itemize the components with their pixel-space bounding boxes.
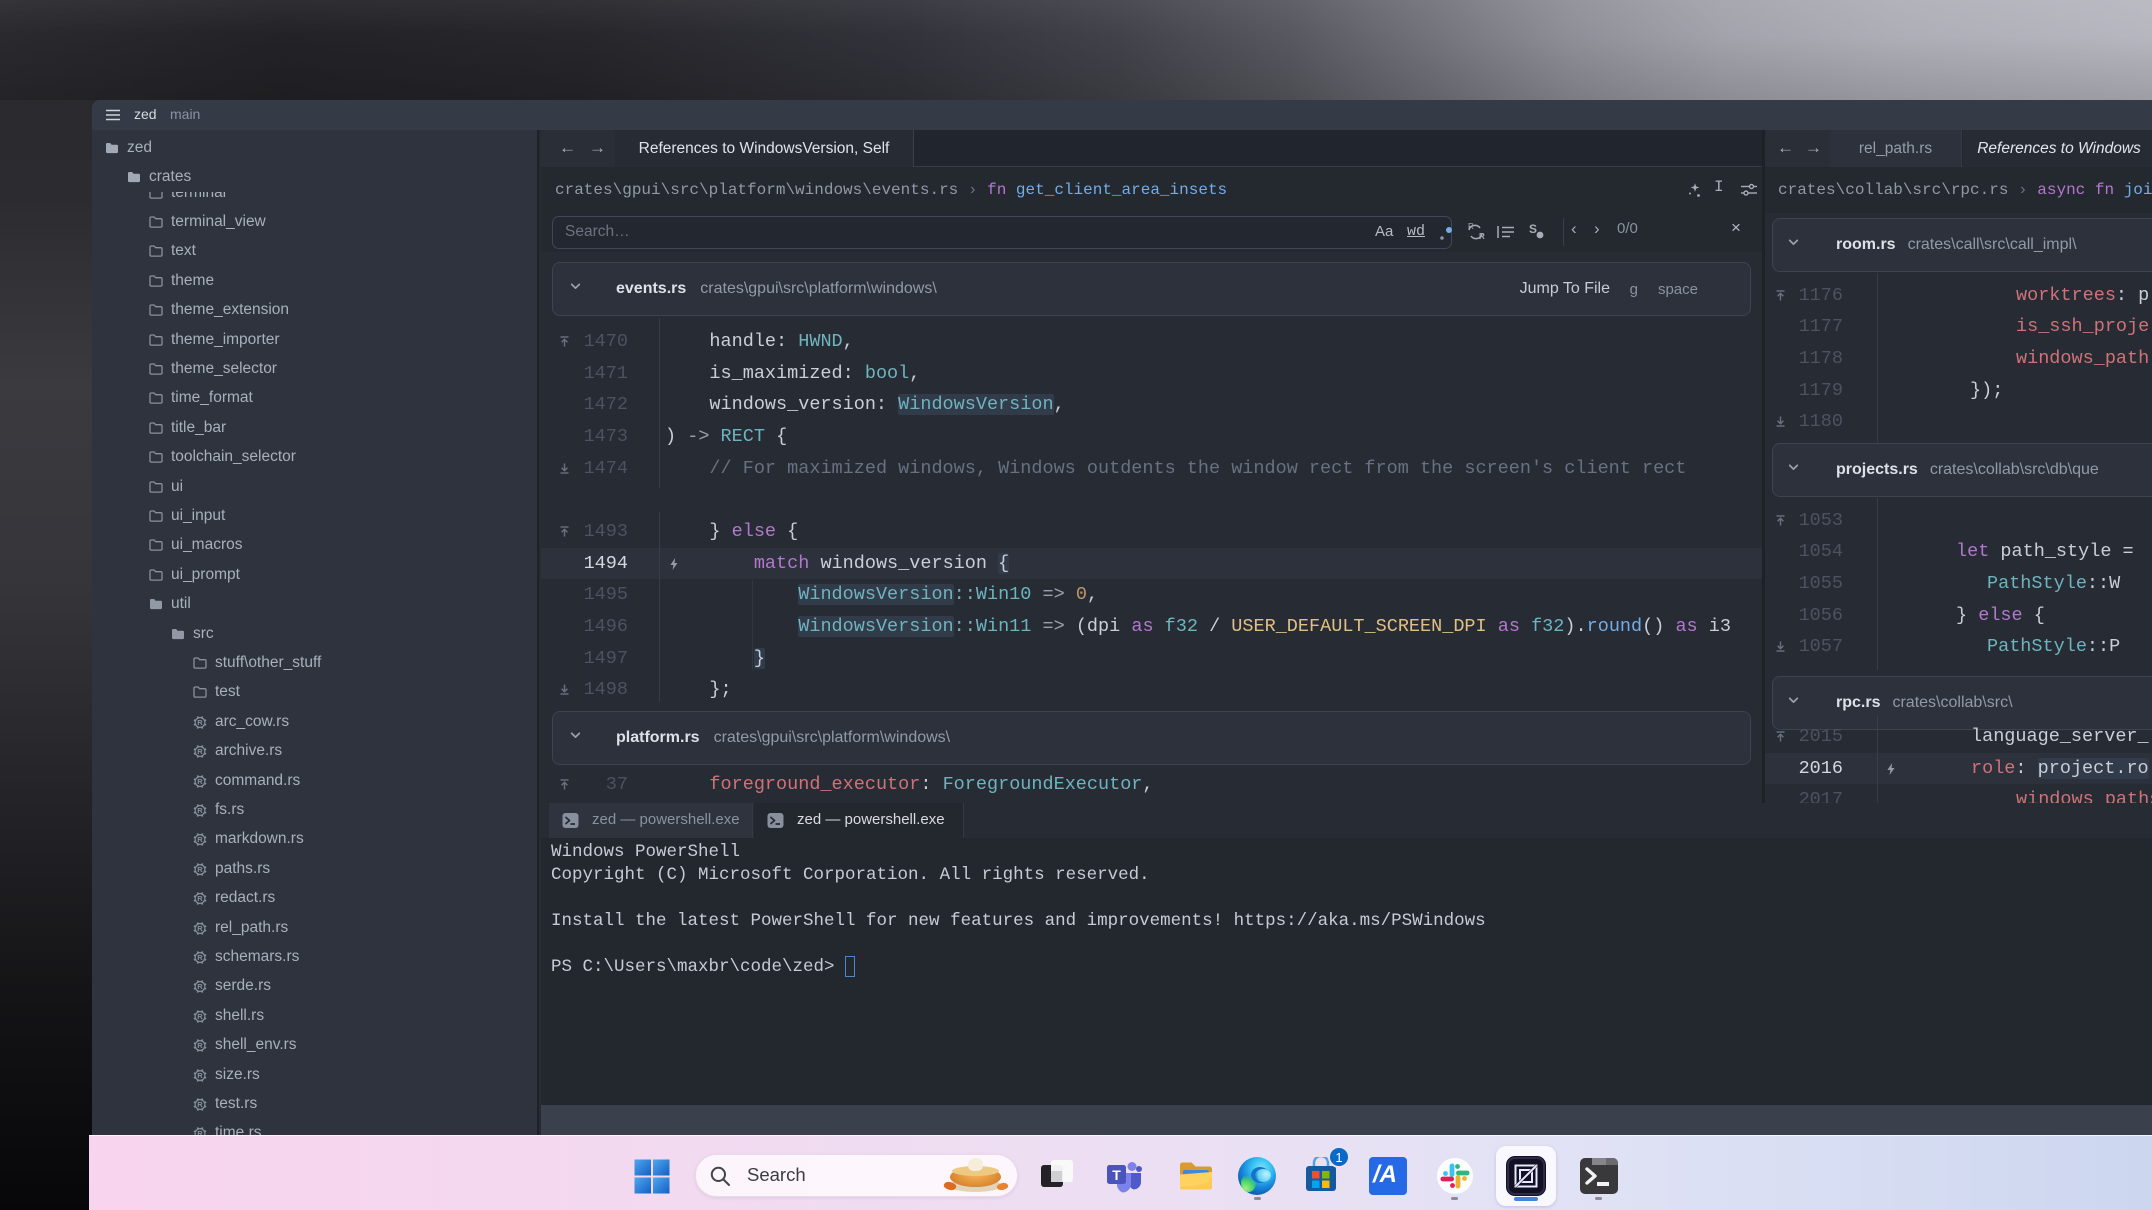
svg-text:R: R [197,894,203,903]
svg-text:R: R [197,865,203,874]
svg-text:R: R [197,953,203,962]
svg-text:T: T [1112,1167,1121,1183]
svg-text:R: R [197,806,203,815]
svg-text:R: R [197,777,203,786]
svg-text:R: R [197,1012,203,1021]
svg-text:R: R [1479,232,1485,241]
svg-text:R: R [197,747,203,756]
svg-text:R: R [1468,223,1474,231]
svg-text:S: S [1529,222,1537,236]
svg-text:R: R [197,718,203,727]
svg-text:R: R [197,924,203,933]
svg-text:R: R [197,983,203,992]
svg-text:R: R [197,1100,203,1109]
svg-text:R: R [197,836,203,845]
svg-text:R: R [197,1041,203,1050]
svg-text:R: R [197,1071,203,1080]
